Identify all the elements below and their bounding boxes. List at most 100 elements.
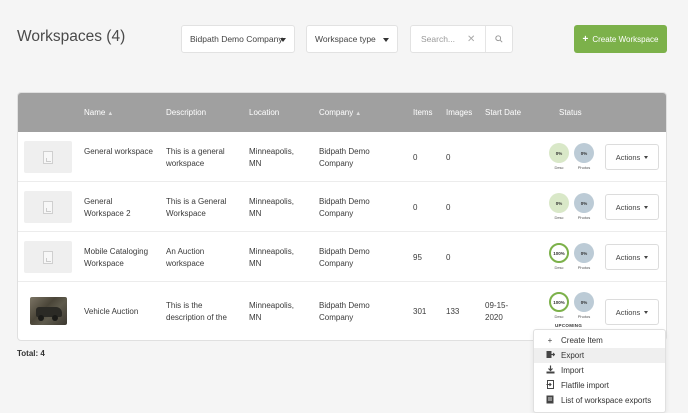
photos-label: Photos <box>577 265 591 270</box>
close-icon[interactable]: ✕ <box>467 34 475 45</box>
column-header-description: Description <box>166 108 207 117</box>
actions-button[interactable]: Actions <box>605 244 659 270</box>
column-header-location: Location <box>249 108 280 117</box>
chevron-down-icon <box>280 38 286 42</box>
export-icon <box>543 350 557 361</box>
sort-icon: ▲ <box>107 111 114 117</box>
column-header-name[interactable]: Name ▲ <box>84 108 113 117</box>
create-workspace-label: Create Workspace <box>592 34 659 44</box>
photos-label: Photos <box>577 165 591 170</box>
workspace-items: 95 <box>413 253 422 262</box>
column-header-company[interactable]: Company ▲ <box>319 108 361 117</box>
column-header-start-date: Start Date <box>485 108 522 117</box>
chevron-down-icon <box>383 38 389 42</box>
workspace-name[interactable]: General workspace <box>84 146 154 158</box>
menu-item-list-exports[interactable]: List of workspace exports <box>534 393 665 408</box>
workspace-location: Minneapolis, MN <box>249 301 294 322</box>
workspace-images: 0 <box>446 203 451 212</box>
desc-label: Desc <box>554 215 564 220</box>
workspace-location: Minneapolis, MN <box>249 147 294 168</box>
image-placeholder-icon <box>43 200 53 214</box>
company-select[interactable]: Bidpath Demo Company <box>181 25 295 53</box>
workspace-company: Bidpath Demo Company <box>319 301 370 322</box>
actions-dropdown-menu: + Create Item Export Import Flatfile imp… <box>533 329 666 413</box>
image-placeholder-icon <box>43 150 53 164</box>
image-placeholder-icon <box>43 250 53 264</box>
column-header-status: Status <box>559 108 582 117</box>
flatfile-icon <box>543 380 557 391</box>
menu-item-create-item[interactable]: + Create Item <box>534 333 665 348</box>
menu-item-import[interactable]: Import <box>534 363 665 378</box>
plus-icon: + <box>547 336 553 345</box>
company-select-value: Bidpath Demo Company <box>190 34 283 44</box>
workspace-type-select[interactable]: Workspace type <box>306 25 398 53</box>
workspace-thumbnail <box>24 141 72 173</box>
chevron-down-icon <box>644 255 649 259</box>
column-header-images: Images <box>446 108 473 117</box>
workspace-name[interactable]: Vehicle Auction <box>84 306 160 318</box>
workspace-name[interactable]: Mobile Cataloging Workspace <box>84 246 160 269</box>
desc-label: Desc <box>554 265 564 270</box>
import-icon <box>543 365 557 376</box>
photos-progress: 0% <box>574 292 594 312</box>
photos-progress: 0% <box>574 243 594 263</box>
menu-item-label: Export <box>561 351 585 360</box>
table-row[interactable]: General Workspace 2 This is a General Wo… <box>18 182 666 232</box>
workspace-description: This is the description of the <box>166 301 227 322</box>
column-header-items: Items <box>413 108 433 117</box>
menu-item-label: List of workspace exports <box>561 396 652 405</box>
workspace-thumbnail <box>24 191 72 223</box>
desc-label: Desc <box>554 314 564 319</box>
workspace-thumbnail <box>24 241 72 273</box>
desc-progress: 100% <box>549 243 569 263</box>
photos-progress: 0% <box>574 143 594 163</box>
status-badge: UPCOMING <box>555 323 583 328</box>
plus-icon: + <box>582 33 589 45</box>
workspace-company: Bidpath Demo Company <box>319 147 370 168</box>
table-row[interactable]: Mobile Cataloging Workspace An Auction w… <box>18 232 666 282</box>
workspaces-table: Name ▲ Description Location Company ▲ Item… <box>17 92 667 341</box>
workspace-name[interactable]: General Workspace 2 <box>84 196 154 219</box>
photos-progress: 0% <box>574 193 594 213</box>
desc-progress: 0% <box>549 193 569 213</box>
document-icon <box>543 395 557 406</box>
table-header: Name ▲ Description Location Company ▲ Item… <box>18 93 666 132</box>
menu-item-flatfile-import[interactable]: Flatfile import <box>534 378 665 393</box>
actions-button[interactable]: Actions <box>605 144 659 170</box>
table-row[interactable]: General workspace This is a general work… <box>18 132 666 182</box>
workspace-images: 0 <box>446 153 451 162</box>
workspace-description: An Auction workspace <box>166 247 205 268</box>
chevron-down-icon <box>644 155 649 159</box>
search-input[interactable] <box>421 34 469 44</box>
workspace-company: Bidpath Demo Company <box>319 247 370 268</box>
workspace-thumbnail <box>30 297 67 325</box>
desc-label: Desc <box>554 165 564 170</box>
chevron-down-icon <box>644 205 649 209</box>
menu-item-label: Import <box>561 366 584 375</box>
menu-item-label: Flatfile import <box>561 381 610 390</box>
search-divider <box>485 26 486 52</box>
workspace-company: Bidpath Demo Company <box>319 197 370 218</box>
create-workspace-button[interactable]: + Create Workspace <box>574 25 667 53</box>
workspace-type-value: Workspace type <box>315 34 376 44</box>
sort-icon: ▲ <box>355 111 362 117</box>
page-title: Workspaces (4) <box>17 28 126 45</box>
actions-label: Actions <box>615 252 641 262</box>
actions-label: Actions <box>615 152 641 162</box>
menu-item-export[interactable]: Export <box>534 348 665 363</box>
workspace-description: This is a general workspace <box>166 147 225 168</box>
workspace-images: 0 <box>446 253 451 262</box>
actions-button[interactable]: Actions <box>605 194 659 220</box>
total-count: Total: 4 <box>17 349 45 358</box>
actions-label: Actions <box>615 307 641 317</box>
chevron-down-icon <box>644 310 649 314</box>
workspace-location: Minneapolis, MN <box>249 247 294 268</box>
desc-progress: 0% <box>549 143 569 163</box>
actions-label: Actions <box>615 202 641 212</box>
photos-label: Photos <box>577 314 591 319</box>
actions-button[interactable]: Actions <box>605 299 659 325</box>
workspace-images: 133 <box>446 307 460 316</box>
menu-item-label: Create Item <box>561 336 603 345</box>
search-icon[interactable] <box>495 35 503 43</box>
desc-progress: 100% <box>549 292 569 312</box>
